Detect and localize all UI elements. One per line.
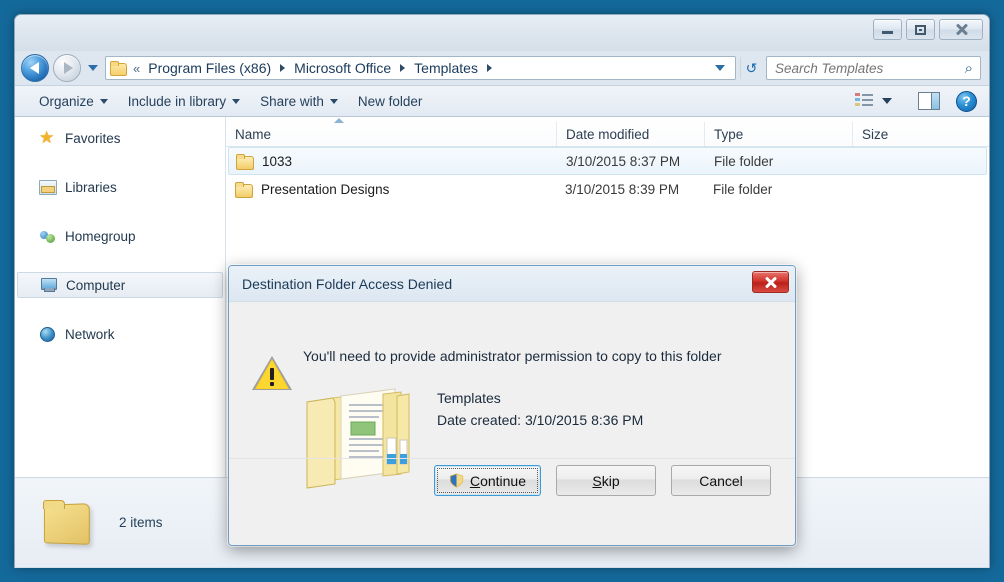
skip-button[interactable]: Skip bbox=[556, 465, 656, 496]
continue-label: Continue bbox=[470, 473, 526, 489]
continue-rest: ontinue bbox=[480, 472, 526, 489]
destination-folder-access-denied-dialog: Destination Folder Access Denied You'll … bbox=[227, 264, 797, 547]
continue-accesskey: C bbox=[469, 472, 481, 489]
dialog-folder-name: Templates bbox=[437, 390, 501, 406]
skip-accesskey: S bbox=[592, 472, 602, 489]
dialog-date-created: Date created: 3/10/2015 8:36 PM bbox=[437, 412, 644, 428]
close-icon bbox=[764, 276, 777, 289]
dialog-folder-info: Templates Date created: 3/10/2015 8:36 P… bbox=[437, 387, 643, 431]
dialog-body: You'll need to provide administrator per… bbox=[229, 302, 795, 502]
skip-label: Skip bbox=[592, 473, 619, 489]
dialog-overlay: Destination Folder Access Denied You'll … bbox=[0, 0, 1004, 582]
dialog-message: You'll need to provide administrator per… bbox=[303, 348, 722, 364]
cancel-button[interactable]: Cancel bbox=[671, 465, 771, 496]
warning-triangle-icon bbox=[251, 354, 293, 392]
continue-button[interactable]: Continue bbox=[433, 465, 541, 496]
dialog-close-button[interactable] bbox=[752, 271, 789, 293]
dialog-buttons: Continue Skip Cancel bbox=[229, 458, 795, 502]
dialog-title: Destination Folder Access Denied bbox=[242, 275, 453, 292]
skip-rest: kip bbox=[601, 472, 620, 489]
dialog-title-bar: Destination Folder Access Denied bbox=[229, 266, 795, 302]
uac-shield-icon bbox=[449, 473, 463, 488]
cancel-label: Cancel bbox=[699, 472, 743, 489]
